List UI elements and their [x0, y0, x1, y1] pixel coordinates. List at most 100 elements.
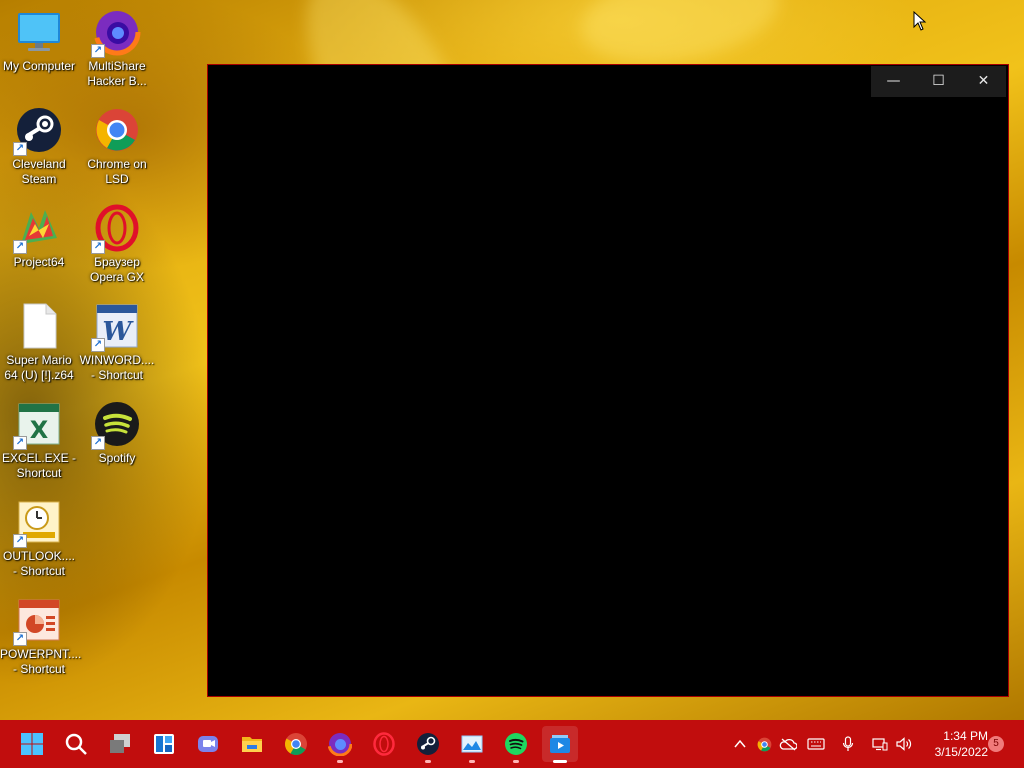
volume-button[interactable] — [894, 734, 914, 754]
photos-button[interactable] — [454, 726, 490, 763]
running-indicator — [469, 760, 475, 763]
media-player-button[interactable] — [542, 726, 578, 763]
steam-button[interactable] — [410, 726, 446, 763]
onedrive-icon — [779, 738, 797, 751]
running-indicator — [425, 760, 431, 763]
monitor-icon — [15, 8, 63, 56]
firefox-icon: ↗ — [91, 8, 141, 58]
widgets-button[interactable] — [146, 726, 182, 762]
folder-icon — [242, 737, 262, 752]
show-hidden-icons-button[interactable] — [730, 734, 750, 754]
keyboard-button[interactable] — [806, 734, 826, 754]
shortcut-arrow-icon: ↗ — [13, 142, 27, 156]
desktop-icon-opera-gx[interactable]: ↗ Браузер Opera GX — [78, 204, 156, 285]
chrome-tray-icon — [757, 737, 771, 751]
desktop-icon-label: EXCEL.EXE - Shortcut — [1, 451, 77, 480]
desktop-icon-label: Браузер Opera GX — [89, 255, 145, 284]
desktop-icon-chrome-on-lsd[interactable]: Chrome on LSD — [78, 106, 156, 187]
start-button[interactable] — [14, 726, 50, 762]
shortcut-arrow-icon: ↗ — [91, 338, 105, 352]
network-button[interactable] — [870, 734, 890, 754]
shortcut-arrow-icon: ↗ — [91, 44, 105, 58]
outlook-icon: ↗ — [13, 498, 63, 548]
window-minimize-button[interactable]: — — [871, 66, 916, 97]
desktop-icon-label: WINWORD.... - Shortcut — [79, 353, 155, 382]
firefox-button[interactable] — [322, 726, 358, 763]
shortcut-arrow-icon: ↗ — [91, 436, 105, 450]
onedrive-button[interactable] — [778, 734, 798, 754]
spotify-icon — [505, 733, 527, 755]
chat-icon — [198, 736, 218, 752]
volume-icon — [896, 737, 912, 751]
desktop-icon-label: My Computer — [2, 59, 76, 73]
chrome-tray-button[interactable] — [754, 734, 774, 754]
project64-icon: ↗ — [13, 204, 63, 254]
svg-text:X: X — [30, 416, 49, 444]
file-icon — [15, 302, 63, 350]
shortcut-arrow-icon: ↗ — [13, 436, 27, 450]
clock-date: 3/15/2022 — [934, 745, 988, 759]
desktop-icon-cleveland-steam[interactable]: ↗ Cleveland Steam — [0, 106, 78, 187]
chrome-button[interactable] — [278, 726, 314, 762]
desktop-icon-label: OUTLOOK.... - Shortcut — [2, 549, 75, 578]
desktop-icon-outlook[interactable]: ↗ OUTLOOK.... - Shortcut — [0, 498, 78, 579]
file-explorer-button[interactable] — [234, 726, 270, 762]
desktop-icon-label: Super Mario 64 (U) [!].z64 — [4, 353, 74, 382]
steam-icon — [417, 733, 439, 755]
chat-button[interactable] — [190, 726, 226, 762]
opera-gx-icon — [373, 732, 395, 756]
widgets-icon — [154, 734, 174, 754]
taskbar-clock[interactable]: 1:34 PM 3/15/2022 — [920, 728, 988, 760]
word-icon: W ↗ — [91, 302, 141, 352]
window-maximize-button[interactable]: ☐ — [916, 66, 961, 97]
shortcut-arrow-icon: ↗ — [13, 632, 27, 646]
task-view-icon — [110, 734, 130, 753]
clock-time: 1:34 PM — [943, 729, 988, 743]
desktop-icon-project64[interactable]: ↗ Project64 — [0, 204, 78, 270]
svg-text:W: W — [102, 317, 134, 347]
taskbar: 1:34 PM 3/15/2022 5 — [0, 720, 1024, 768]
network-icon — [872, 738, 888, 751]
desktop-icon-label: Spotify — [98, 451, 136, 465]
desktop-icon-label: Project64 — [13, 255, 65, 269]
mouse-cursor-icon — [913, 10, 927, 35]
spotify-button[interactable] — [498, 726, 534, 763]
desktop-icon-label: MultiShare Hacker B... — [87, 59, 147, 88]
shortcut-arrow-icon: ↗ — [91, 240, 105, 254]
black-app-window[interactable]: — ☐ ✕ — [207, 64, 1009, 697]
desktop-icon-label: Chrome on LSD — [87, 157, 147, 186]
photos-icon — [461, 735, 483, 753]
steam-icon: ↗ — [13, 106, 63, 156]
desktop-icon-multishare[interactable]: ↗ MultiShare Hacker B... — [78, 8, 156, 89]
desktop-icon-powerpoint[interactable]: ↗ POWERPNT.... - Shortcut — [0, 596, 82, 677]
keyboard-icon — [807, 738, 825, 750]
desktop-icon-excel[interactable]: X ↗ EXCEL.EXE - Shortcut — [0, 400, 78, 481]
opera-button[interactable] — [366, 726, 402, 762]
spotify-icon: ↗ — [91, 400, 141, 450]
shortcut-arrow-icon: ↗ — [13, 240, 27, 254]
desktop-icon-label: POWERPNT.... - Shortcut — [0, 647, 82, 676]
shortcut-arrow-icon: ↗ — [13, 534, 27, 548]
task-view-button[interactable] — [102, 726, 138, 762]
desktop-icon-spotify[interactable]: ↗ Spotify — [78, 400, 156, 466]
media-player-icon — [550, 735, 570, 753]
notification-count-badge[interactable]: 5 — [988, 736, 1004, 752]
desktop-icon-winword[interactable]: W ↗ WINWORD.... - Shortcut — [78, 302, 156, 383]
desktop-icon-super-mario-64[interactable]: Super Mario 64 (U) [!].z64 — [0, 302, 78, 383]
search-icon — [65, 733, 87, 755]
running-indicator — [337, 760, 343, 763]
desktop-icon-label: Cleveland Steam — [12, 157, 66, 186]
excel-icon: X ↗ — [13, 400, 63, 450]
microphone-button[interactable] — [838, 734, 858, 754]
opera-gx-icon: ↗ — [91, 204, 141, 254]
chrome-icon — [285, 733, 307, 755]
window-close-button[interactable]: ✕ — [961, 66, 1006, 97]
desktop-background: My Computer ↗ MultiShare Hacker B... ↗ C… — [0, 0, 1024, 720]
search-button[interactable] — [58, 726, 94, 762]
microphone-icon — [842, 736, 854, 751]
firefox-icon — [328, 732, 352, 756]
powerpoint-icon: ↗ — [13, 596, 63, 646]
windows-logo-icon — [21, 733, 43, 755]
chrome-icon — [93, 106, 141, 154]
desktop-icon-my-computer[interactable]: My Computer — [0, 8, 78, 74]
